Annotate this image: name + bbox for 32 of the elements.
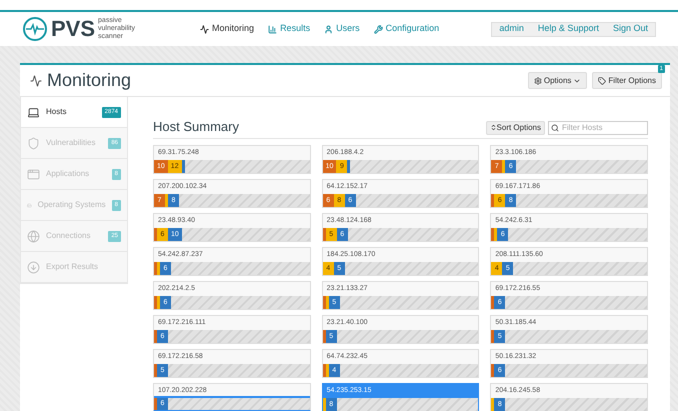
- pulse-icon: [200, 24, 210, 34]
- shield-icon: [27, 136, 40, 150]
- window-icon: [27, 168, 40, 180]
- pulse-icon: [30, 74, 42, 86]
- sidebar-label: Applications: [46, 168, 90, 180]
- search-icon: [551, 124, 559, 132]
- nav-link[interactable]: Results: [268, 22, 310, 36]
- wrench-icon: [374, 24, 383, 34]
- filter-options-button[interactable]: Filter Options: [592, 72, 662, 89]
- tag-icon: [598, 76, 606, 84]
- nav-link[interactable]: Users: [324, 22, 360, 36]
- sidebar-label: Operating Systems: [38, 199, 106, 211]
- brand-name: PVS: [51, 18, 96, 40]
- filter-hosts-field[interactable]: Filter Hosts: [548, 120, 648, 134]
- options-button[interactable]: Options: [528, 72, 588, 89]
- bar-chart-icon: [268, 24, 278, 34]
- laptop-icon: [27, 106, 40, 118]
- sidebar-label: Connections: [46, 230, 90, 242]
- sort-options-button[interactable]: Sort Options: [486, 120, 545, 134]
- logo-icon: [22, 16, 48, 42]
- section-title: Host Summary: [153, 118, 239, 136]
- sidebar-label: Export Results: [46, 261, 98, 273]
- user-icon: [324, 24, 334, 34]
- page-title: Monitoring: [47, 69, 132, 92]
- sidebar-label: Hosts: [46, 106, 66, 118]
- gear-icon: [534, 76, 542, 84]
- sidebar-label: Vulnerabilities: [46, 137, 96, 149]
- nav-link[interactable]: Configuration: [374, 22, 440, 36]
- nav-link[interactable]: Monitoring: [200, 22, 254, 36]
- download-icon: [27, 260, 40, 274]
- sort-icon: [490, 124, 497, 131]
- globe-icon: [27, 230, 40, 242]
